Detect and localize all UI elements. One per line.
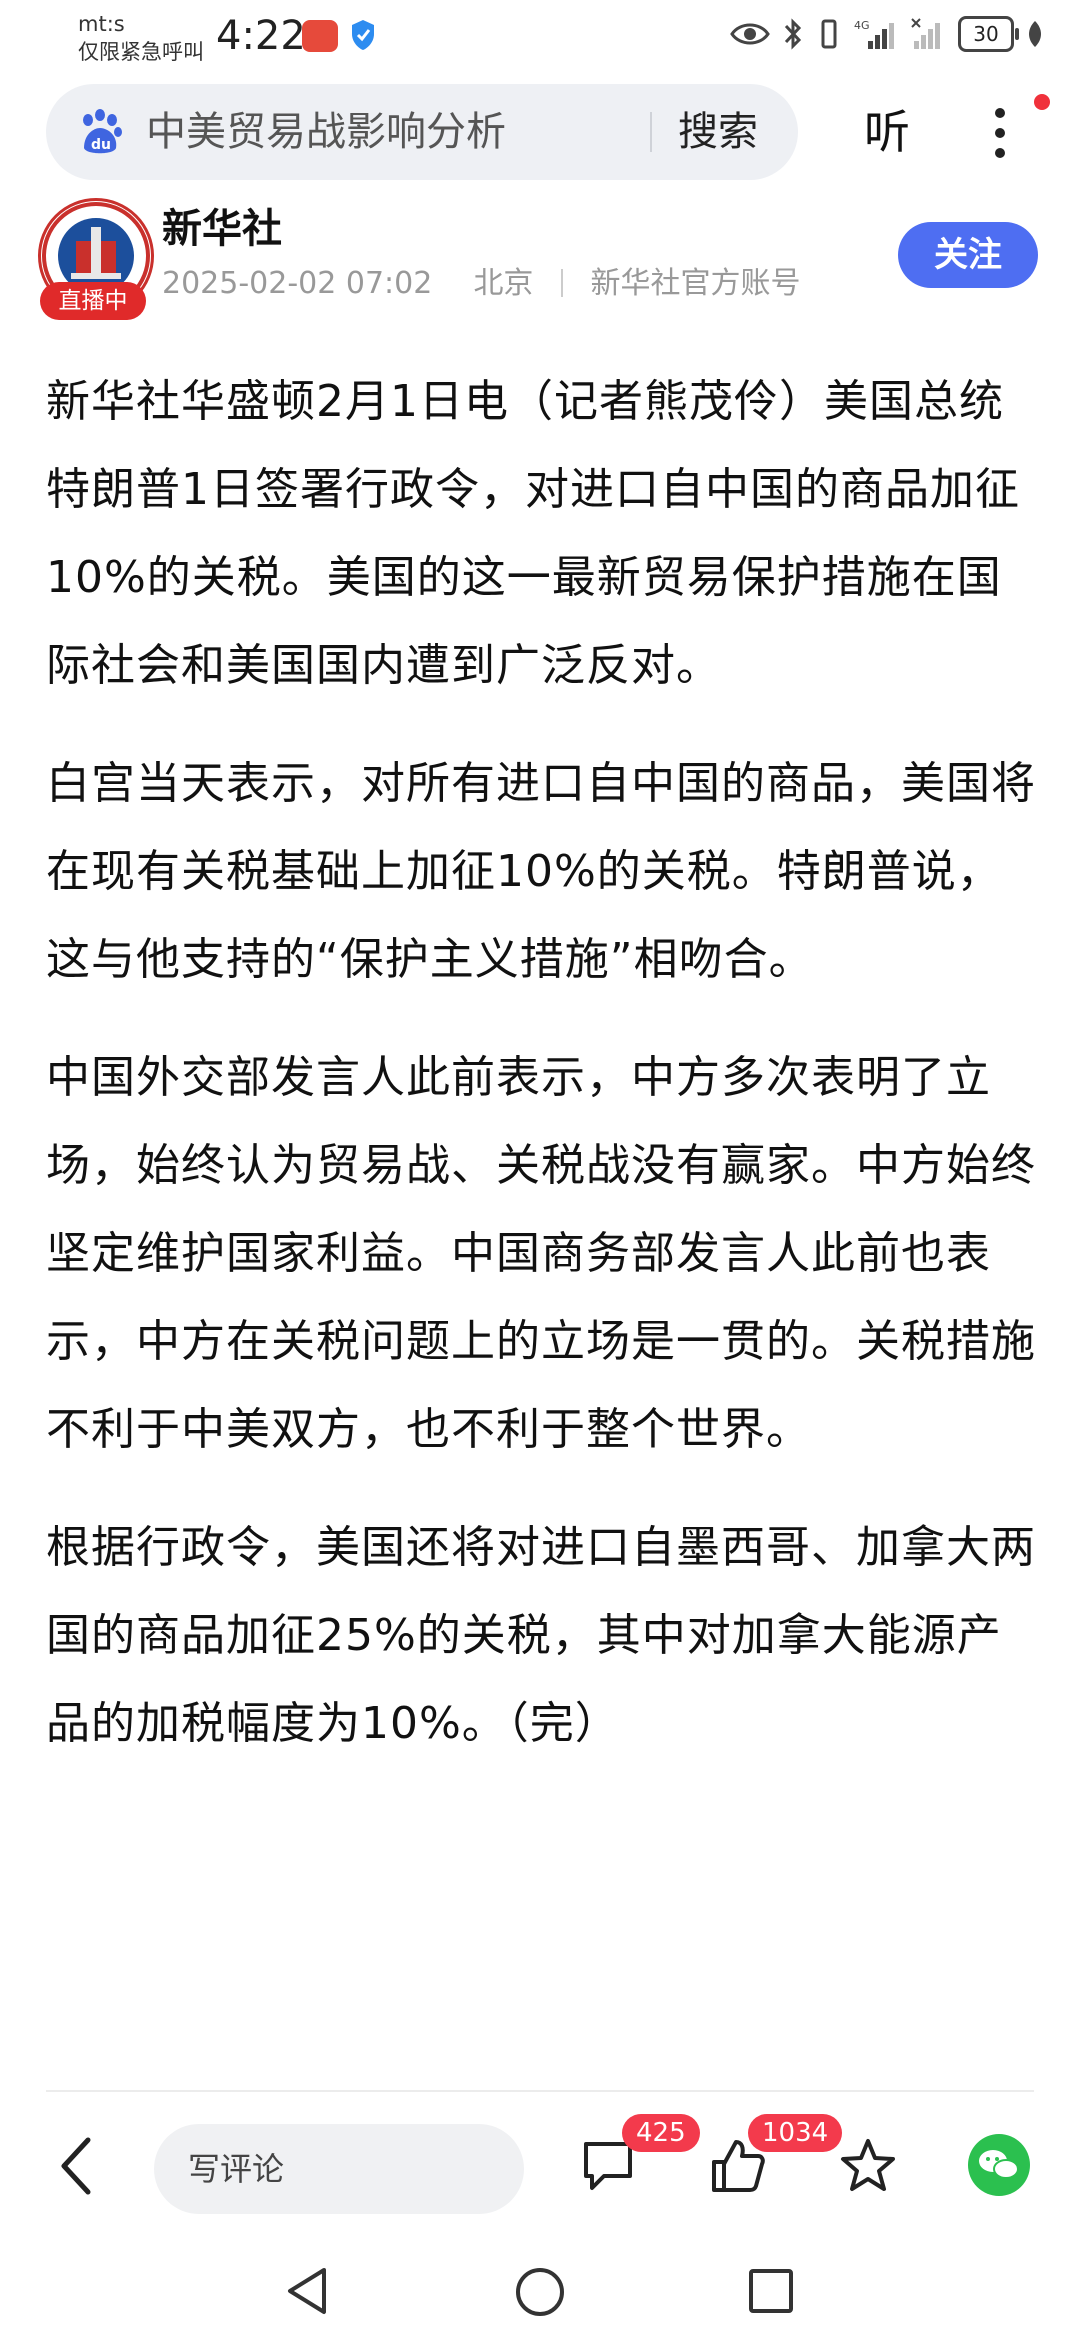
follow-button[interactable]: 关注 [898,222,1038,288]
like-count-badge: 1034 [748,2114,843,2152]
huawei-app-icon [302,20,338,52]
listen-button[interactable]: 听 [864,102,910,162]
leaf-icon [1029,21,1041,47]
nav-home-icon[interactable] [512,2264,568,2320]
signal-4g-icon: 4G [854,19,894,49]
live-badge: 直播中 [40,282,146,320]
carrier-name: mt:s [78,12,125,36]
article-paragraph: 白宫当天表示，对所有进口自中国的商品，美国将在现有关税基础上加征10%的关税。特… [46,758,1036,985]
svg-text:du: du [91,137,111,153]
search-header: du 中美贸易战影响分析 搜索 听 [0,80,1080,184]
meta-divider [560,269,563,297]
eye-icon [730,23,770,45]
author-row: 直播中 新华社 2025-02-02 07:02 北京 新华社官方账号 关注 [0,196,1080,326]
more-menu-icon[interactable] [990,102,1010,166]
status-time: 4:22 [216,13,306,59]
system-icons: 4G 30 [730,16,1044,52]
post-date: 2025-02-02 07:02 [162,266,433,301]
comment-input[interactable]: 写评论 [154,2124,524,2214]
system-nav-bar [0,2240,1080,2340]
baidu-paw-icon: du [83,109,122,154]
wechat-share-icon[interactable] [968,2134,1030,2196]
post-location: 北京 [473,266,534,301]
star-favorite-icon[interactable] [838,2136,898,2196]
battery-icon: 30 [958,16,1019,52]
bottom-action-bar: 写评论 425 1034 [0,2106,1080,2226]
emergency-only-label: 仅限紧急呼叫 [78,40,204,64]
signal-no-service-icon [911,18,940,49]
vibrate-icon [821,19,837,49]
nav-back-icon[interactable] [282,2264,332,2318]
bluetooth-icon [784,18,802,50]
shield-icon [352,20,374,50]
notification-dot [1034,94,1050,110]
author-name[interactable]: 新华社 [162,204,282,254]
search-query-text[interactable]: 中美贸易战影响分析 [146,104,506,160]
article-paragraph: 中国外交部发言人此前表示，中方多次表明了立场，始终认为贸易战、关税战没有赢家。中… [46,1052,1036,1455]
post-meta: 2025-02-02 07:02 北京 新华社官方账号 [162,264,801,304]
account-type: 新华社官方账号 [590,266,801,301]
svg-text:4G: 4G [854,19,870,32]
search-button[interactable]: 搜索 [678,104,758,160]
comment-count-badge: 425 [622,2114,700,2152]
article-divider [46,2090,1034,2092]
search-bar[interactable]: du 中美贸易战影响分析 搜索 [46,84,798,180]
back-arrow-icon[interactable] [56,2134,96,2198]
carrier-info: mt:s 仅限紧急呼叫 [78,10,204,66]
status-bar: mt:s 仅限紧急呼叫 4:22 4G 30 [0,0,1080,72]
search-divider [650,112,652,152]
article-paragraph: 新华社华盛顿2月1日电（记者熊茂伶）美国总统特朗普1日签署行政令，对进口自中国的… [46,376,1020,691]
nav-recents-icon[interactable] [746,2266,796,2316]
article-body: 新华社华盛顿2月1日电（记者熊茂伶）美国总统特朗普1日签署行政令，对进口自中国的… [46,358,1042,1798]
article-paragraph: 根据行政令，美国还将对进口自墨西哥、加拿大两国的商品加征25%的关税，其中对加拿… [46,1522,1036,1749]
